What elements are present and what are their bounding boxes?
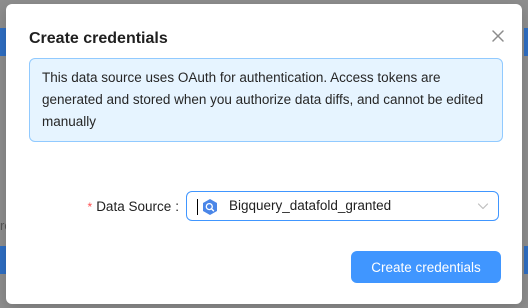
data-source-select[interactable]: Bigquery_datafold_granted bbox=[186, 191, 499, 221]
bigquery-icon bbox=[203, 199, 217, 215]
close-button[interactable] bbox=[488, 26, 508, 46]
data-source-label: Data Source bbox=[96, 199, 172, 214]
data-source-form-row: * Data Source: Bigquery_datafold_granted bbox=[6, 191, 522, 223]
required-mark: * bbox=[87, 200, 93, 214]
data-source-label-wrap: * Data Source: bbox=[88, 191, 179, 223]
create-credentials-button[interactable]: Create credentials bbox=[351, 251, 501, 283]
background-button-fragment bbox=[524, 246, 528, 274]
chevron-down-icon bbox=[477, 203, 489, 210]
dialog-title: Create credentials bbox=[29, 30, 168, 47]
close-icon bbox=[492, 30, 504, 42]
label-colon: : bbox=[175, 199, 179, 214]
create-credentials-dialog: Create credentials This data source uses… bbox=[6, 4, 522, 304]
text-cursor bbox=[197, 199, 198, 215]
background-button-fragment bbox=[524, 28, 528, 56]
data-source-selected-value: Bigquery_datafold_granted bbox=[229, 198, 392, 213]
oauth-info-alert: This data source uses OAuth for authenti… bbox=[29, 58, 503, 142]
